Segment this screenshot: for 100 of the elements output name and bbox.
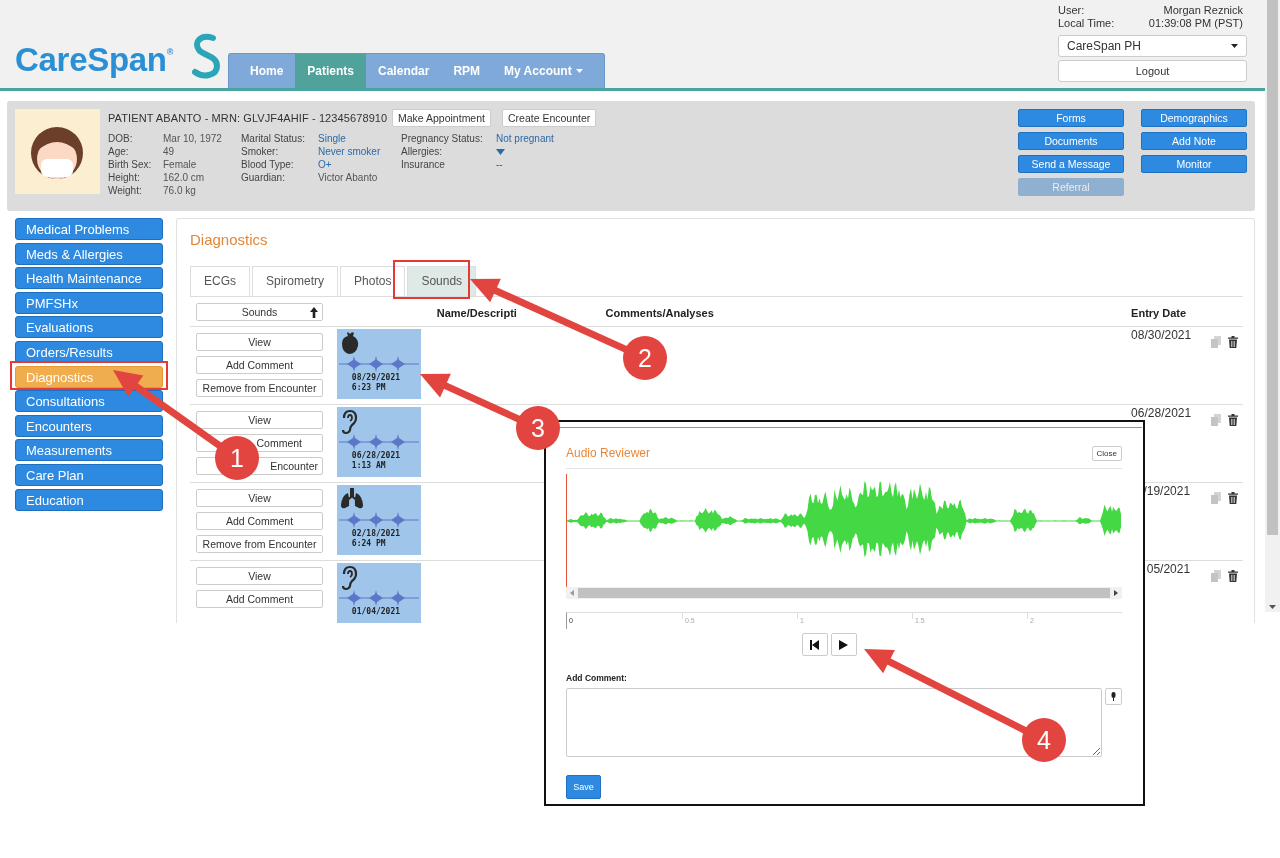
sidebar-item[interactable]: Orders/Results	[15, 340, 163, 363]
field-label: Insurance	[401, 159, 446, 170]
field-link[interactable]: Never smoker	[318, 146, 401, 157]
scroll-left-icon[interactable]	[570, 590, 574, 596]
sound-thumbnail[interactable]: 01/04/2021	[336, 563, 421, 623]
column-header: Entry Date	[1131, 306, 1187, 319]
sidebar-item[interactable]: Measurements	[15, 439, 163, 462]
row-action-button[interactable]: View	[196, 567, 323, 585]
recording-date: 08/29/2021	[351, 373, 401, 383]
site-select[interactable]: CareSpan PH	[1058, 35, 1247, 57]
caret-icon	[1231, 44, 1238, 48]
waveform-icon	[338, 511, 419, 529]
arrow-up-icon	[310, 306, 318, 318]
field-label: Age:	[108, 146, 130, 157]
waveform-icon	[338, 589, 419, 607]
field-value: 162.0 cm	[163, 172, 206, 183]
entry-date: 06/28/2021	[1131, 405, 1191, 420]
recording-date: 02/18/2021	[351, 529, 401, 539]
field-label: Marital Status:	[241, 133, 306, 144]
field-label: Smoker:	[241, 146, 280, 157]
nav-tab[interactable]: My Account	[492, 54, 595, 88]
panel-button[interactable]: Demographics	[1141, 109, 1247, 127]
scrollbar-thumb[interactable]	[1267, 0, 1278, 535]
field-label: Weight:	[108, 185, 143, 196]
field-value: Victor Abanto	[318, 172, 379, 183]
field-label: Blood Type:	[241, 159, 295, 170]
sidebar-item[interactable]: Consultations	[15, 390, 163, 413]
sidebar-item[interactable]: Education	[15, 488, 163, 511]
field-label: Birth Sex:	[108, 159, 153, 170]
save-button[interactable]: Save	[566, 775, 601, 799]
step-number-badge: 2	[623, 336, 667, 380]
sidebar-item[interactable]: Care Plan	[15, 463, 163, 486]
panel-button[interactable]: Add Note	[1141, 132, 1247, 150]
scroll-down-icon[interactable]	[1269, 605, 1276, 609]
field-value: 76.0 kg	[163, 185, 197, 196]
row-action-button[interactable]: View	[196, 489, 323, 507]
skip-back-button[interactable]	[801, 633, 828, 656]
row-action-button[interactable]: View	[196, 333, 323, 351]
scrollbar-thumb[interactable]	[578, 588, 1110, 598]
sound-thumbnail[interactable]: 06/28/2021 1:13 AM	[336, 407, 421, 477]
row-action-button[interactable]: Add Comment	[196, 512, 323, 530]
tab[interactable]: Spirometry	[252, 266, 339, 296]
horizontal-scrollbar[interactable]	[566, 587, 1122, 599]
caret-icon[interactable]	[496, 148, 505, 155]
row-action-button[interactable]: Add Comment	[196, 356, 323, 374]
comment-label: Add Comment:	[566, 673, 628, 683]
row-action-button[interactable]: Remove from Encounter	[196, 379, 323, 397]
row-action-button[interactable]: View	[196, 411, 323, 429]
row-action-button[interactable]: Remove from Encounter	[196, 535, 323, 553]
field-link[interactable]: Not pregnant	[496, 133, 586, 144]
sidebar-item[interactable]: Encounters	[15, 414, 163, 437]
tab[interactable]: Sounds	[407, 266, 477, 296]
sidebar-item[interactable]: Medical Problems	[15, 218, 163, 240]
trash-icon[interactable]	[1228, 336, 1239, 348]
field-label: Height:	[108, 172, 141, 183]
nav-tab[interactable]: RPM	[441, 54, 493, 88]
column-header: Comments/Analyses	[605, 306, 714, 319]
recording-time: 6:23 PM	[351, 383, 386, 393]
nav-tab[interactable]: Patients	[295, 54, 367, 88]
row-action-button[interactable]: Add Comment	[196, 590, 323, 608]
logout-button[interactable]: Logout	[1058, 60, 1247, 82]
panel-button[interactable]: Send a Message	[1018, 155, 1124, 173]
sort-button[interactable]: Sounds	[196, 302, 323, 321]
ear-icon	[339, 409, 358, 435]
panel-button[interactable]: Monitor	[1141, 155, 1247, 173]
sound-thumbnail[interactable]: 08/29/2021 6:23 PM	[336, 329, 421, 399]
trash-icon[interactable]	[1228, 414, 1239, 426]
close-button[interactable]: Close	[1091, 445, 1122, 461]
tab[interactable]: Photos	[340, 266, 406, 296]
recording-time: 6:24 PM	[351, 539, 386, 549]
scrollbar[interactable]	[1265, 0, 1280, 612]
entry-date: /19/2021	[1142, 483, 1191, 498]
panel-button[interactable]: Documents	[1018, 132, 1124, 150]
nav-tab[interactable]: Calendar	[366, 54, 442, 88]
sidebar-item[interactable]: Meds & Allergies	[15, 242, 163, 265]
action-button[interactable]: Make Appointment	[392, 109, 491, 127]
patient-title: PATIENT ABANTO - MRN: GLVJF4AHIF - 12345678910	[108, 112, 389, 124]
sidebar-item[interactable]: Evaluations	[15, 316, 163, 339]
user-name: Morgan Reznick	[1163, 4, 1243, 17]
field-link[interactable]: O+	[318, 159, 401, 170]
trash-icon[interactable]	[1228, 570, 1239, 582]
field-link[interactable]: Single	[318, 133, 401, 144]
nav-tab[interactable]: Home	[229, 54, 296, 88]
entry-date: 08/30/2021	[1131, 327, 1191, 342]
sidebar-item[interactable]: Health Maintenance	[15, 267, 163, 290]
play-button[interactable]	[830, 633, 857, 656]
field-value: --	[496, 159, 504, 170]
time-label: Local Time:	[1058, 17, 1115, 30]
scroll-right-icon[interactable]	[1114, 590, 1118, 596]
waveform-icon	[338, 355, 419, 373]
tab[interactable]: ECGs	[190, 266, 250, 296]
trash-icon[interactable]	[1228, 492, 1239, 504]
sidebar-item[interactable]: PMFSHx	[15, 291, 163, 314]
comment-field[interactable]	[566, 688, 1102, 757]
panel-button[interactable]: Forms	[1018, 109, 1124, 127]
action-button[interactable]: Create Encounter	[501, 109, 597, 127]
sound-thumbnail[interactable]: 02/18/2021 6:24 PM	[336, 485, 421, 555]
heart-icon	[339, 331, 360, 355]
dictation-button[interactable]	[1105, 688, 1122, 705]
field-value: Mar 10, 1972	[163, 133, 223, 144]
